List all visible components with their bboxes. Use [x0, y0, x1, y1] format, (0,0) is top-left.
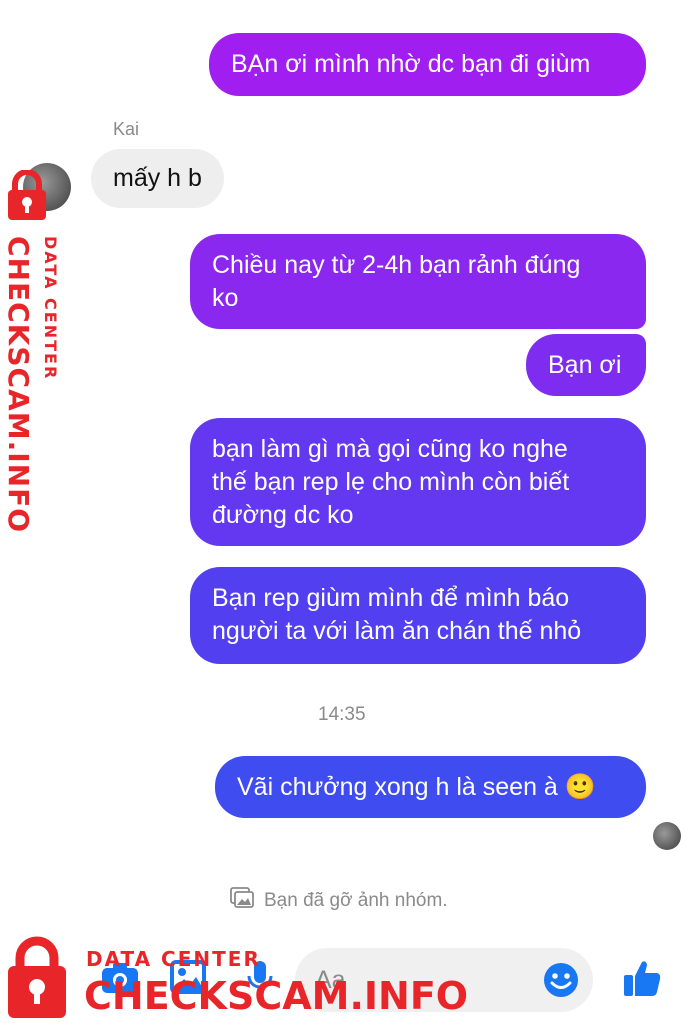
system-notice: Bạn đã gỡ ảnh nhóm.	[230, 887, 448, 915]
watermark-label: DATA CENTER	[86, 947, 261, 971]
message-bubble-2[interactable]: Chiều nay từ 2-4h bạn rảnh đúng ko	[190, 234, 646, 329]
message-bubble-incoming[interactable]: mấy h b	[91, 149, 224, 208]
like-icon	[622, 961, 662, 1002]
message-bubble-1[interactable]: BẠn ơi mình nhờ dc bạn đi giùm	[209, 33, 646, 96]
seen-avatar	[653, 822, 681, 850]
like-button[interactable]	[622, 958, 662, 1003]
system-notice-text: Bạn đã gỡ ảnh nhóm.	[264, 890, 448, 911]
message-bubble-4[interactable]: bạn làm gì mà gọi cũng ko nghe thế bạn r…	[190, 418, 646, 546]
sender-name: Kai	[113, 119, 140, 139]
message-bubble-6[interactable]: Vãi chưởng xong h là seen à 🙂	[215, 756, 646, 818]
lock-icon	[4, 936, 70, 1024]
watermark-lock-small	[4, 169, 50, 227]
message-bubble-3[interactable]: Bạn ơi	[526, 334, 646, 396]
timestamp: 14:35	[318, 704, 366, 725]
watermark-label-vertical: DATA CENTER	[41, 236, 60, 381]
message-bubble-5[interactable]: Bạn rep giùm mình để mình báo người ta v…	[190, 567, 646, 664]
photo-icon	[230, 887, 254, 915]
emoji-button[interactable]	[543, 962, 579, 1003]
watermark-site-vertical: CHECKSCAM.INFO	[2, 236, 35, 534]
watermark-site: CHECKSCAM.INFO	[84, 974, 469, 1018]
emoji-icon	[543, 963, 579, 1002]
lock-icon	[4, 169, 50, 226]
watermark-lock	[4, 934, 70, 1025]
